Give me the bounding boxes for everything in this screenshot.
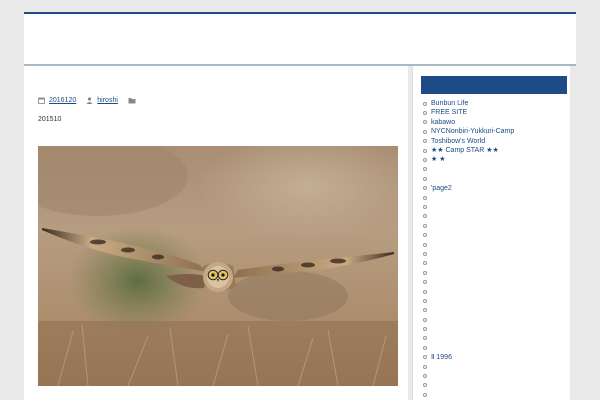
sidebar-link[interactable]: Bunbun Life [423, 99, 514, 108]
sidebar-link[interactable] [423, 193, 514, 202]
sidebar-link[interactable]: NYCNonbiri-Yukkuri-Camp [423, 127, 514, 136]
main-content: 2016120 hiroshi 201510 [24, 66, 408, 400]
sidebar-link[interactable] [423, 249, 514, 258]
sidebar-link[interactable]: FREE SITE [423, 108, 514, 117]
sidebar-widget-title [421, 76, 567, 94]
site-header [24, 12, 576, 64]
sidebar-link[interactable] [423, 287, 514, 296]
sidebar-link[interactable] [423, 371, 514, 380]
sidebar-link[interactable] [423, 277, 514, 286]
sidebar-link[interactable] [423, 174, 514, 183]
sidebar-link[interactable] [423, 240, 514, 249]
owl-photo [38, 146, 398, 386]
user-icon [86, 97, 93, 104]
sidebar-link[interactable] [423, 202, 514, 211]
post-author-link[interactable]: hiroshi [97, 97, 118, 104]
sidebar-link[interactable] [423, 390, 514, 399]
sidebar-link[interactable] [423, 221, 514, 230]
sidebar-link[interactable] [423, 165, 514, 174]
sidebar-link[interactable]: ★★ Camp STAR ★★ [423, 146, 514, 155]
sidebar-link[interactable] [423, 315, 514, 324]
sidebar-link[interactable]: 'page2 [423, 184, 514, 193]
sidebar-link[interactable] [423, 381, 514, 390]
sidebar-link[interactable] [423, 343, 514, 352]
sidebar-link[interactable]: kabawo [423, 118, 514, 127]
folder-icon [128, 97, 136, 104]
sidebar: Bunbun Life FREE SITE kabawo NYCNonbiri-… [412, 66, 570, 400]
sidebar-link[interactable] [423, 212, 514, 221]
sidebar-link-list: Bunbun Life FREE SITE kabawo NYCNonbiri-… [423, 99, 514, 400]
sidebar-link[interactable]: Ⅱ 1996 [423, 353, 514, 362]
sidebar-link[interactable]: Toshibow's World [423, 137, 514, 146]
post-meta: 2016120 hiroshi [38, 97, 136, 104]
sidebar-link[interactable] [423, 334, 514, 343]
sidebar-link[interactable] [423, 362, 514, 371]
post-excerpt: 201510 [38, 116, 62, 123]
sidebar-link[interactable] [423, 268, 514, 277]
sidebar-link[interactable] [423, 259, 514, 268]
calendar-icon [38, 97, 45, 104]
sidebar-link[interactable]: ★ ★ [423, 155, 514, 164]
sidebar-link[interactable] [423, 230, 514, 239]
post-date-link[interactable]: 2016120 [49, 97, 76, 104]
sidebar-link[interactable] [423, 324, 514, 333]
sidebar-link[interactable] [423, 296, 514, 305]
sidebar-link[interactable] [423, 306, 514, 315]
